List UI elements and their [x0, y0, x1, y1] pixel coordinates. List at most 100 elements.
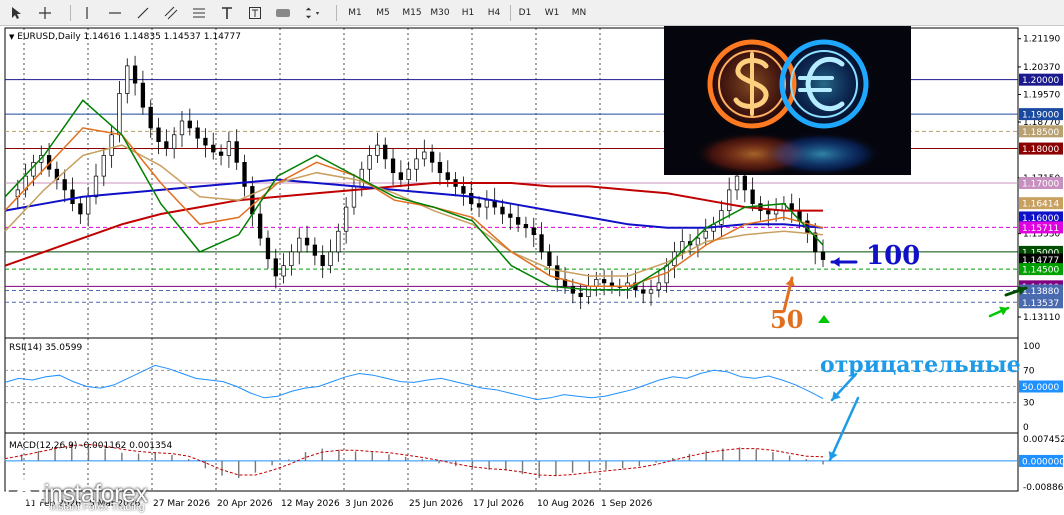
shapes-icon[interactable]	[274, 4, 292, 22]
candle-body	[211, 144, 216, 153]
candle-body	[132, 65, 138, 84]
equidistant-channel-icon[interactable]	[162, 4, 180, 22]
candle-body	[445, 172, 450, 180]
price-axis-label: 1.20370	[1023, 63, 1060, 73]
time-axis-label: 25 Jun 2026	[409, 499, 463, 509]
timeframe-m30-button[interactable]: M30	[427, 4, 453, 22]
candle-body	[367, 155, 372, 170]
price-axis-label: 1.13110	[1023, 313, 1060, 323]
annotation-100: 100	[866, 241, 921, 271]
candle-body	[312, 244, 318, 256]
price-badge-label: 1.19000	[1022, 111, 1059, 121]
arrow-macd	[828, 396, 860, 462]
candle-body	[570, 285, 575, 294]
dollar-euro-neon-image	[664, 26, 911, 175]
candle-body	[70, 189, 75, 205]
timeframe-w1-button[interactable]: W1	[541, 4, 563, 22]
candle-body	[586, 285, 591, 298]
candle-body	[820, 251, 826, 260]
candle-body	[734, 175, 740, 191]
candle-body	[273, 258, 278, 277]
candle-body	[101, 155, 106, 177]
candle-body	[164, 141, 169, 149]
price-badge-label: 1.16414	[1022, 200, 1059, 210]
timeframe-d1-button[interactable]: D1	[514, 4, 536, 22]
timeframe-m5-button[interactable]: M5	[372, 4, 394, 22]
candle-body	[359, 168, 364, 187]
candle-body	[265, 237, 271, 260]
timeframe-h4-button[interactable]: H4	[483, 4, 505, 22]
candle-body	[78, 203, 83, 215]
candle-body	[500, 206, 505, 215]
candle-body	[742, 175, 747, 191]
rsi-axis-label: 30	[1023, 399, 1035, 409]
candle-body	[187, 120, 192, 129]
candle-body	[773, 210, 779, 215]
collapse-triangle-icon[interactable]: ▼	[9, 33, 14, 41]
annotation-50: 50	[770, 305, 804, 334]
candle-body	[375, 144, 380, 156]
macd-axis-label: 0.007452	[1023, 435, 1064, 445]
crosshair-icon[interactable]	[36, 4, 54, 22]
instaforex-emblem-icon	[5, 475, 43, 513]
timeframe-m15-button[interactable]: M15	[399, 4, 425, 22]
candle-body	[383, 144, 388, 160]
candle-body	[578, 292, 583, 298]
cursor-icon[interactable]	[8, 4, 26, 22]
price-badge-label: 1.13880	[1022, 287, 1059, 297]
timeframe-mn-button[interactable]: MN	[567, 4, 591, 22]
text-tool-icon[interactable]	[218, 4, 236, 22]
candle-body	[328, 251, 333, 267]
horizontal-line-icon[interactable]	[106, 4, 124, 22]
brand-tagline: Instant Forex Trading	[50, 502, 145, 513]
candle-body	[148, 106, 153, 129]
price-badge-label: 1.20000	[1022, 76, 1059, 86]
candle-body	[258, 213, 263, 239]
candle-body	[422, 151, 427, 160]
candle-body	[234, 141, 239, 163]
candle-body	[664, 265, 669, 284]
timeframe-m1-button[interactable]: M1	[344, 4, 366, 22]
price-badge-label: 1.14500	[1022, 266, 1059, 276]
candle-body	[203, 137, 208, 146]
candle-body	[601, 279, 607, 284]
candle-body	[125, 65, 130, 94]
trendline-icon[interactable]	[134, 4, 152, 22]
time-axis-label: 20 Apr 2026	[217, 499, 273, 509]
candle-body	[484, 199, 490, 208]
time-axis-label: 10 Aug 2026	[537, 499, 595, 509]
price-axis-label: 1.19570	[1023, 90, 1060, 100]
candle-body	[719, 210, 724, 225]
symbol-info: EURUSD,Daily 1.14616 1.14835 1.14537 1.1…	[17, 32, 241, 42]
arrow-100-head	[832, 257, 840, 267]
candle-body	[750, 189, 755, 205]
candle-body	[476, 203, 482, 208]
time-axis-label: 1 Sep 2026	[601, 499, 653, 509]
candle-body	[156, 127, 161, 143]
candle-body	[218, 151, 224, 156]
fibonacci-icon[interactable]	[190, 4, 208, 22]
candle-body	[648, 289, 654, 294]
candle-body	[195, 127, 200, 139]
time-axis-label: 12 May 2026	[281, 499, 340, 509]
timeframe-h1-button[interactable]: H1	[457, 4, 479, 22]
price-badge-label: 1.17000	[1022, 180, 1059, 190]
green-up-triangle	[818, 315, 830, 323]
text-label-icon[interactable]	[246, 4, 264, 22]
candle-body	[641, 289, 646, 294]
candle-body	[461, 186, 466, 194]
vertical-line-icon[interactable]	[78, 4, 96, 22]
candle-body	[414, 158, 419, 170]
candle-body	[523, 223, 529, 229]
candle-body	[547, 251, 552, 267]
candle-body	[93, 175, 99, 198]
candle-body	[140, 82, 146, 108]
candle-body	[656, 282, 661, 291]
time-axis-label: 3 Jun 2026	[345, 499, 394, 509]
candle-body	[515, 217, 521, 225]
macd-badge-label: 0.000000	[1022, 457, 1064, 467]
time-axis-label: 27 Mar 2026	[153, 499, 210, 509]
chart-area[interactable]: 1.211901.203701.195701.187701.171501.155…	[0, 26, 1064, 515]
candle-body	[695, 237, 701, 246]
arrows-dropdown-icon[interactable]	[304, 4, 322, 22]
